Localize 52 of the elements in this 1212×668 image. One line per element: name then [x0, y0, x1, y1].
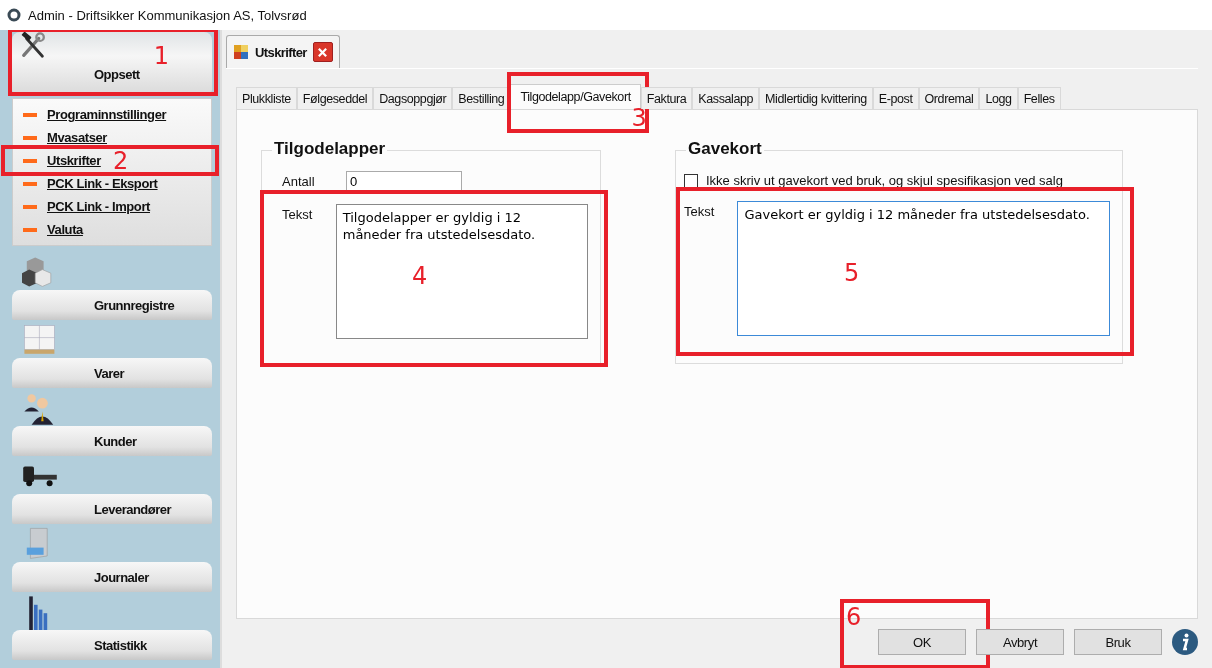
field-label: Antall — [282, 173, 316, 189]
dash-icon — [23, 227, 37, 232]
sidebar-link[interactable]: PCK Link - Import — [47, 199, 150, 214]
sidebar-section-button[interactable]: Statistikk — [12, 630, 212, 660]
tab[interactable]: Tilgodelapp/Gavekort — [510, 84, 641, 109]
dash-icon — [23, 135, 37, 140]
window-title: Admin - Driftsikker Kommunikasjon AS, Tolvsrød — [28, 7, 307, 23]
dash-icon — [23, 158, 37, 163]
dialog-button[interactable]: OK — [878, 629, 966, 655]
tab[interactable]: Midlertidig kvittering — [759, 87, 873, 109]
document-tab[interactable]: Utskrifter — [226, 35, 340, 68]
dialog-button[interactable]: Bruk — [1074, 629, 1162, 655]
tab[interactable]: Ordremal — [918, 87, 980, 109]
document-tab-label: Utskrifter — [255, 44, 307, 60]
dialog-button[interactable]: Avbryt — [976, 629, 1064, 655]
tab[interactable]: Plukkliste — [236, 87, 297, 109]
annotation-number: 1 — [153, 44, 169, 68]
sidebar-link[interactable]: Valuta — [47, 222, 83, 237]
group-title: Tilgodelapper — [272, 139, 388, 159]
field-label: Tekst — [684, 203, 716, 221]
sidebar-link[interactable]: Programinnstillinger — [47, 107, 167, 122]
tab[interactable]: Kassalapp — [692, 87, 760, 109]
annotation-number: 3 — [631, 106, 647, 130]
tab[interactable]: E-post — [872, 87, 919, 109]
sidebar-section-button[interactable]: Varer — [12, 358, 212, 388]
annotation-number: 2 — [113, 149, 129, 173]
tab[interactable]: Felles — [1017, 87, 1061, 109]
dash-icon — [23, 112, 37, 117]
field-label: Tekst — [282, 206, 314, 224]
sidebar-link[interactable]: Mvasatser — [47, 130, 107, 145]
sidebar-section-button[interactable]: Leverandører — [12, 494, 212, 524]
sidebar-section-button[interactable]: Grunnregistre — [12, 290, 212, 320]
tab[interactable]: Følgeseddel — [296, 87, 374, 109]
tab[interactable]: Dagsoppgjør — [373, 87, 453, 109]
printer-icon — [233, 44, 249, 60]
dash-icon — [23, 204, 37, 209]
count-input[interactable]: 0 — [346, 171, 462, 191]
annotation-number: 4 — [412, 264, 428, 288]
gear-icon — [6, 7, 22, 23]
dash-icon — [23, 181, 37, 186]
tab[interactable]: Logg — [979, 87, 1018, 109]
tools-icon — [20, 32, 48, 60]
info-icon[interactable] — [1172, 629, 1198, 655]
checkbox[interactable] — [684, 173, 698, 188]
tab[interactable]: Faktura — [640, 87, 693, 109]
close-icon[interactable] — [312, 42, 333, 62]
sidebar-section-button[interactable]: Kunder — [12, 426, 212, 456]
sidebar-section-button[interactable]: Journaler — [12, 562, 212, 592]
sidebar-link[interactable]: PCK Link - Eksport — [47, 176, 158, 191]
annotation-number: 6 — [846, 605, 862, 629]
sidebar-link[interactable]: Utskrifter — [47, 153, 101, 168]
annotation-number: 5 — [844, 261, 860, 285]
